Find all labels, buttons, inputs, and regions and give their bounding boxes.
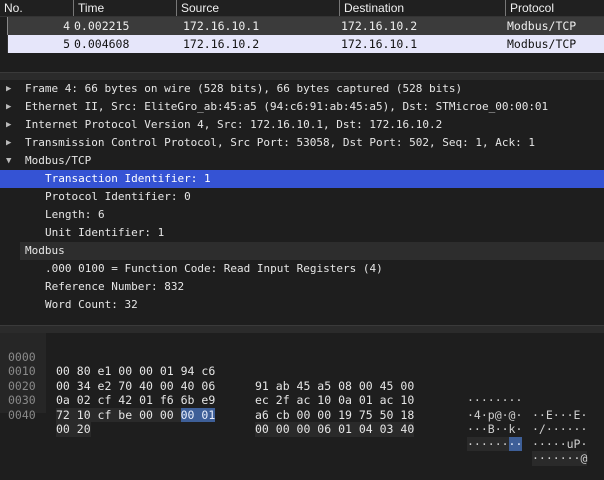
expand-arrow-icon[interactable]: ▶ bbox=[6, 80, 16, 98]
collapse-arrow-icon[interactable]: ▼ bbox=[6, 152, 16, 170]
hex-bytes[interactable]: a6 cb 00 00 19 75 50 18 bbox=[255, 408, 414, 423]
hex-row[interactable]: 0040 00 20 · bbox=[0, 393, 474, 451]
hex-row[interactable]: 0020 0a 02 cf 42 01 f6 6b e9 a6 cb 00 00… bbox=[0, 364, 587, 451]
hex-bytes[interactable]: 00 20 bbox=[56, 422, 91, 437]
packet-no: 4 bbox=[63, 19, 70, 33]
tree-item-transaction-id[interactable]: Transaction Identifier: 1 bbox=[0, 170, 604, 188]
ascii-bytes[interactable]: ··E···E· bbox=[532, 408, 587, 423]
hex-bytes[interactable]: 00 80 e1 00 00 01 94 c6 bbox=[56, 364, 215, 379]
ascii-bytes[interactable]: · bbox=[467, 436, 474, 451]
tree-item-function-code[interactable]: .000 0100 = Function Code: Read Input Re… bbox=[0, 260, 604, 278]
tree-item-modbus[interactable]: ▼Modbus bbox=[20, 242, 604, 260]
tree-item-modbus-tcp[interactable]: ▼ Modbus/TCP bbox=[0, 152, 604, 170]
tree-item-ip[interactable]: ▶ Internet Protocol Version 4, Src: 172.1… bbox=[0, 116, 604, 134]
packet-source: 172.16.10.1 bbox=[183, 19, 260, 33]
column-header-protocol[interactable]: Protocol bbox=[505, 0, 604, 16]
ascii-bytes[interactable]: ·/······ bbox=[532, 422, 587, 437]
hex-bytes[interactable]: 72 10 cf be 00 00 00 01 bbox=[56, 407, 216, 422]
packet-protocol: Modbus/TCP bbox=[507, 19, 577, 33]
packet-no: 5 bbox=[63, 37, 70, 51]
expand-arrow-icon[interactable]: ▶ bbox=[6, 134, 16, 152]
packet-row[interactable]: 5 0.004608 172.16.10.2 172.16.10.1 Modbu… bbox=[7, 35, 604, 53]
packet-list-header: No. Time Source Destination Protocol bbox=[0, 0, 604, 17]
hex-bytes-highlighted[interactable]: 00 01 bbox=[180, 407, 216, 422]
tree-item-ethernet[interactable]: ▶ Ethernet II, Src: EliteGro_ab:45:a5 (94… bbox=[0, 98, 604, 116]
ascii-bytes[interactable]: ········ bbox=[467, 393, 522, 408]
hex-bytes[interactable]: ec 2f ac 10 0a 01 ac 10 bbox=[255, 393, 414, 408]
tree-item-unit-id[interactable]: Unit Identifier: 1 bbox=[0, 224, 604, 242]
column-header-no[interactable]: No. bbox=[0, 0, 73, 16]
packet-row[interactable]: 4 0.002215 172.16.10.1 172.16.10.2 Modbu… bbox=[7, 17, 604, 35]
tree-item-protocol-id[interactable]: Protocol Identifier: 0 bbox=[0, 188, 604, 206]
ascii-highlighted[interactable]: ·· bbox=[508, 436, 523, 451]
packet-destination: 172.16.10.2 bbox=[341, 19, 418, 33]
hex-row[interactable]: 0000 00 80 e1 00 00 01 94 c6 91 ab 45 a5… bbox=[0, 335, 587, 422]
packet-details-tree: ▶ Frame 4: 66 bytes on wire (528 bits), 6… bbox=[0, 80, 604, 325]
hex-dump-pane: 0000 00 80 e1 00 00 01 94 c6 91 ab 45 a5… bbox=[0, 333, 604, 466]
hex-bytes[interactable]: 0a 02 cf 42 01 f6 6b e9 bbox=[56, 393, 215, 408]
pane-splitter[interactable] bbox=[0, 325, 604, 333]
packet-time: 0.002215 bbox=[74, 19, 130, 33]
ascii-bytes[interactable]: r······· bbox=[467, 436, 523, 451]
hex-offset: 0040 bbox=[8, 407, 36, 422]
ascii-bytes[interactable]: ·····uP· bbox=[532, 437, 587, 452]
packet-protocol: Modbus/TCP bbox=[507, 37, 577, 51]
tree-item-length[interactable]: Length: 6 bbox=[0, 206, 604, 224]
ascii-bytes[interactable]: ·4·p@·@· bbox=[467, 408, 522, 423]
column-header-time[interactable]: Time bbox=[73, 0, 176, 16]
tree-item-frame[interactable]: ▶ Frame 4: 66 bytes on wire (528 bits), 6… bbox=[0, 80, 604, 98]
packet-destination: 172.16.10.1 bbox=[341, 37, 418, 51]
pane-splitter[interactable] bbox=[0, 72, 604, 80]
expand-arrow-icon[interactable]: ▶ bbox=[6, 116, 16, 134]
hex-row[interactable]: 0010 00 34 e2 70 40 00 40 06 ec 2f ac 10… bbox=[0, 350, 587, 436]
hex-row[interactable]: 0030 72 10 cf be 00 00 00 01 00 00 00 06… bbox=[0, 379, 588, 466]
packet-list: No. Time Source Destination Protocol 4 0… bbox=[0, 0, 604, 72]
expand-arrow-icon[interactable]: ▶ bbox=[6, 98, 16, 116]
column-header-source[interactable]: Source bbox=[176, 0, 339, 16]
packet-time: 0.004608 bbox=[74, 37, 130, 51]
hex-bytes[interactable]: 00 00 00 06 01 04 03 40 bbox=[255, 422, 415, 437]
ascii-bytes[interactable]: ···B··k· bbox=[467, 422, 522, 437]
hex-bytes[interactable]: 91 ab 45 a5 08 00 45 00 bbox=[255, 379, 414, 394]
tree-item-reference-number[interactable]: Reference Number: 832 bbox=[0, 278, 604, 296]
ascii-bytes[interactable]: ·······@ bbox=[532, 451, 588, 466]
hex-bytes-plain: 72 10 cf be 00 00 bbox=[56, 407, 181, 422]
tree-item-tcp[interactable]: ▶ Transmission Control Protocol, Src Port… bbox=[0, 134, 604, 152]
tree-item-word-count[interactable]: Word Count: 32 bbox=[0, 296, 604, 314]
packet-source: 172.16.10.2 bbox=[183, 37, 260, 51]
column-header-destination[interactable]: Destination bbox=[339, 0, 505, 16]
hex-bytes[interactable]: 00 34 e2 70 40 00 40 06 bbox=[56, 379, 215, 394]
